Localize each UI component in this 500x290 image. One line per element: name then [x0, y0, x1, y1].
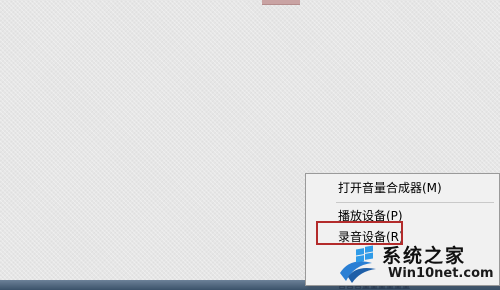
menu-item-open-volume-mixer[interactable]: 打开音量合成器(M): [338, 178, 442, 198]
desktop-background: 音音音量量量量量量 打开音量合成器(M) 播放设备(P) 录音设备(R) 系统之…: [0, 0, 500, 290]
top-window-fragment: [262, 0, 300, 5]
menu-separator: [336, 202, 494, 203]
watermark-url: Win10net.com: [388, 266, 494, 281]
watermark-title: 系统之家: [382, 245, 467, 267]
windows-logo-icon: [340, 245, 376, 283]
watermark: 系统之家 Win10net.com: [336, 241, 496, 285]
